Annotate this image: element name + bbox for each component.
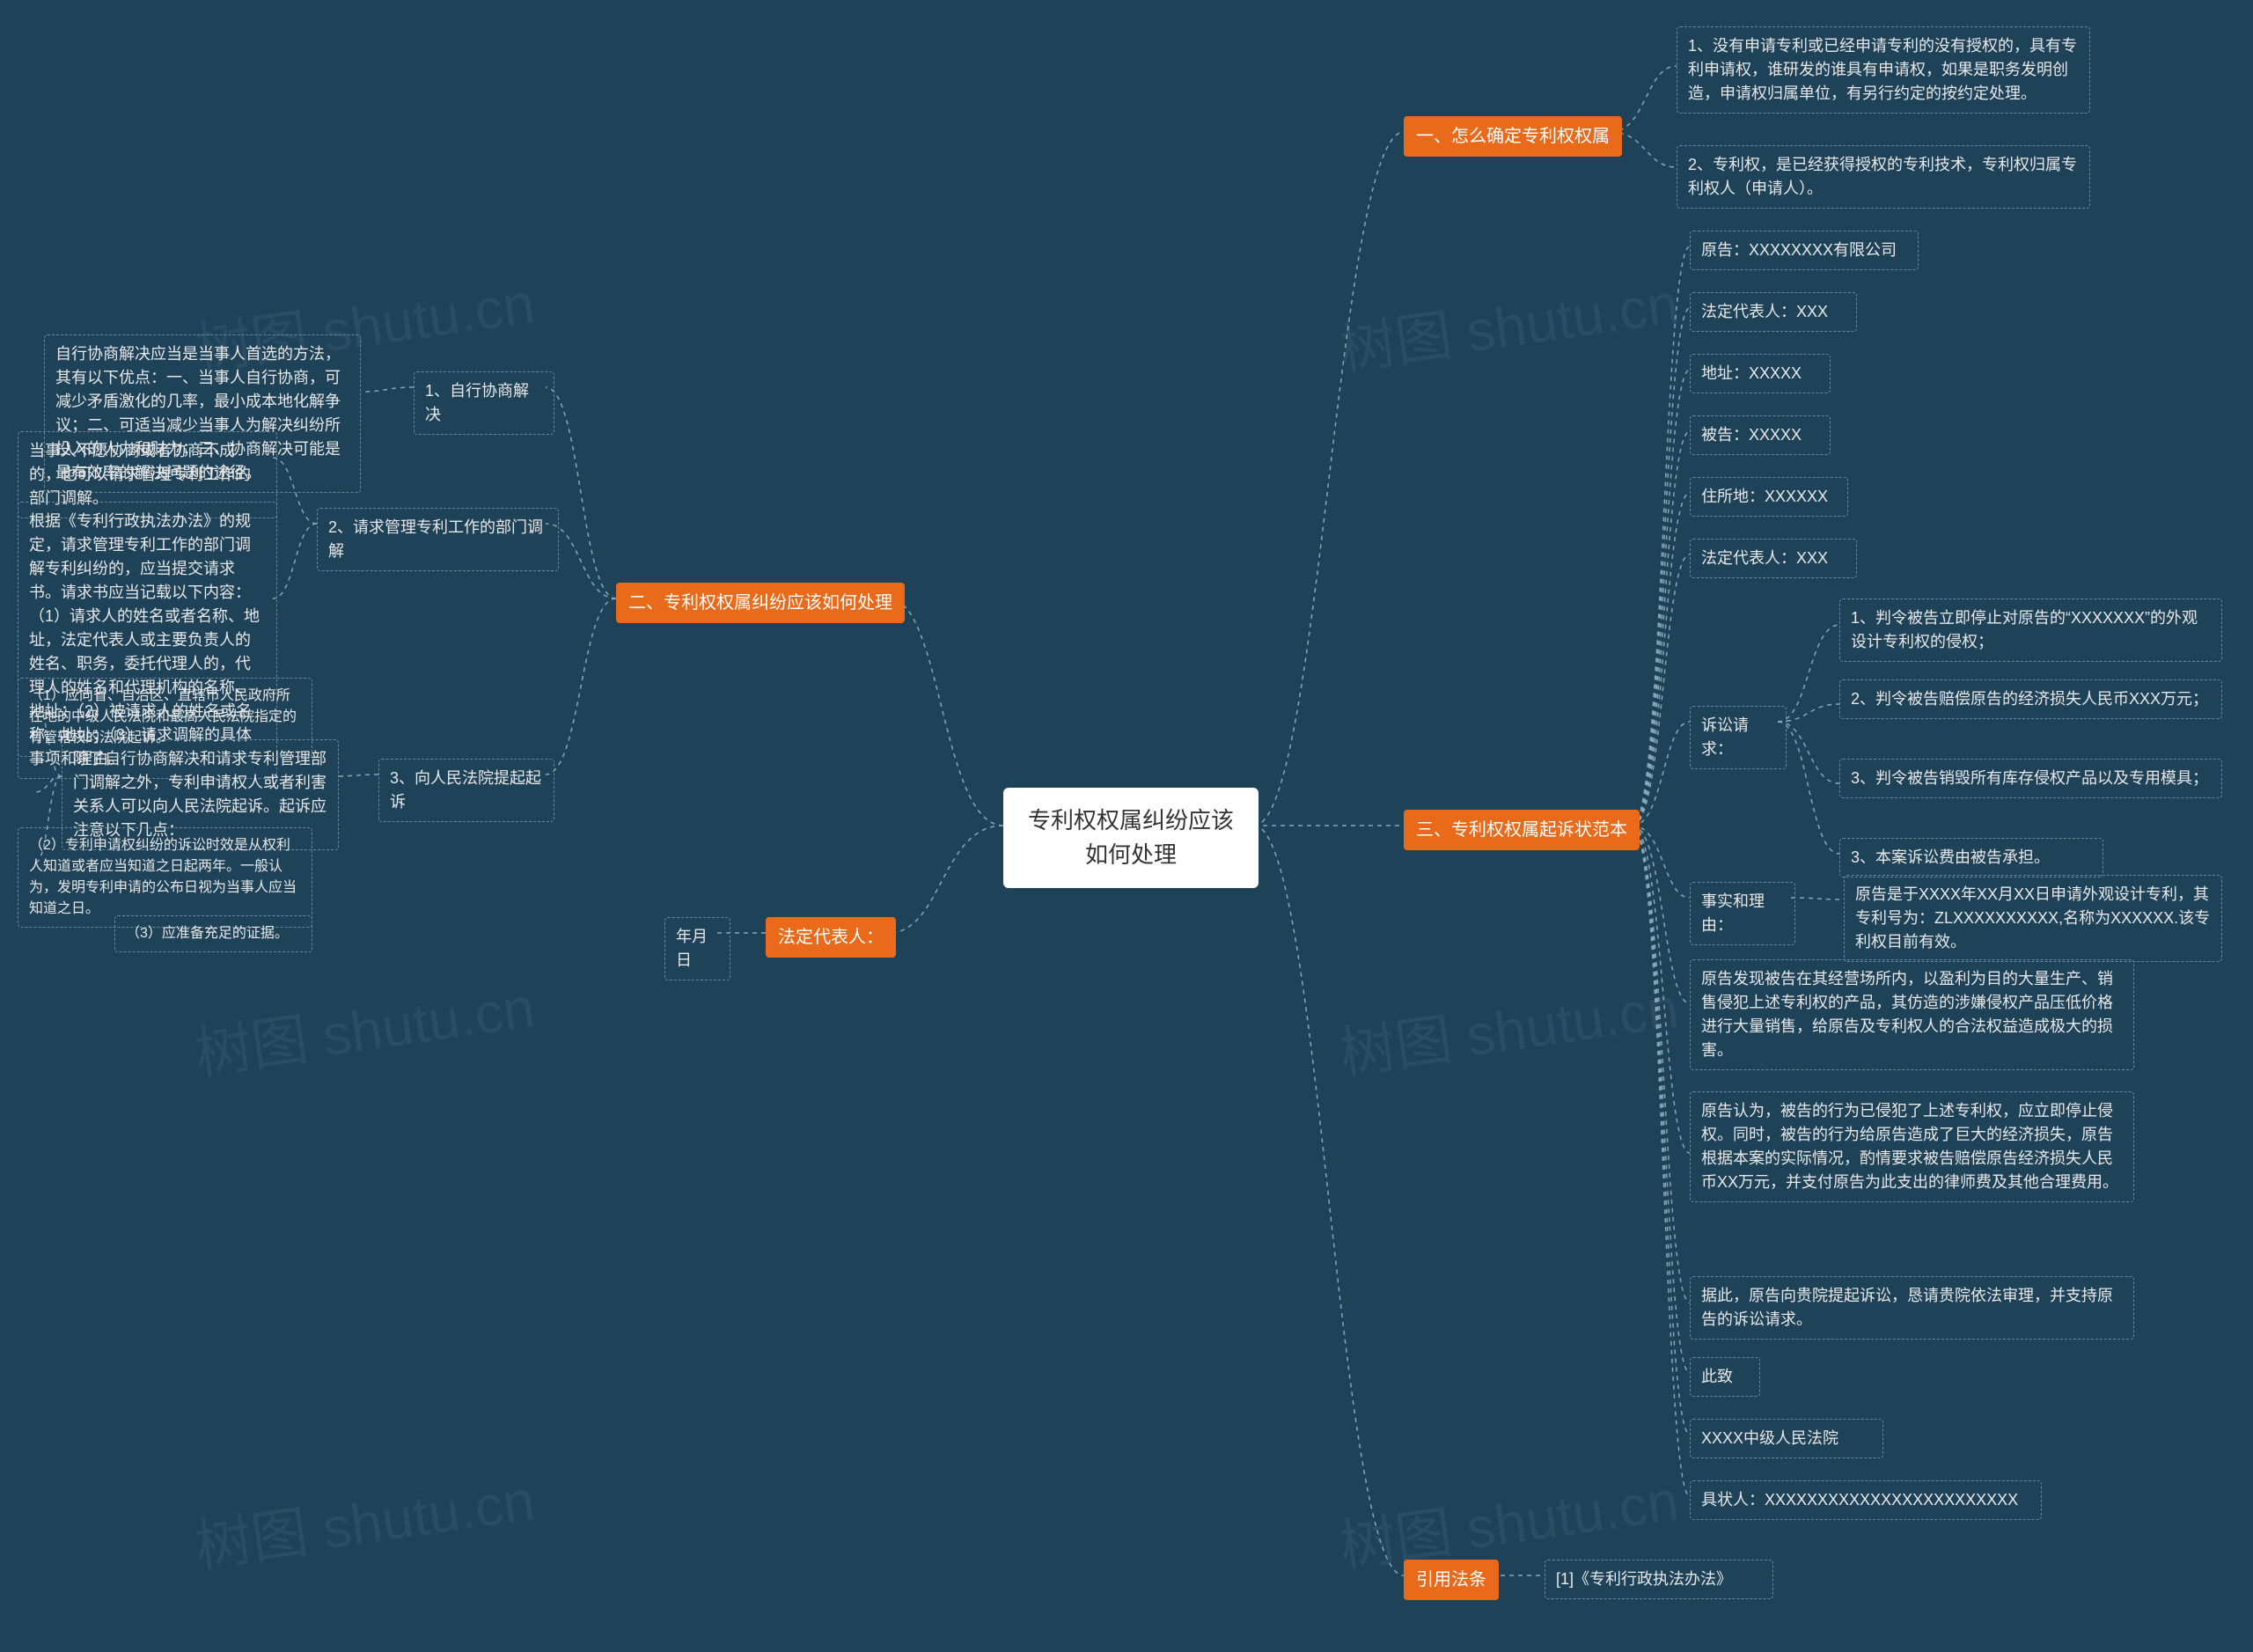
branch-5[interactable]: 法定代表人： (766, 917, 896, 958)
b3-legalrep-2[interactable]: 法定代表人：XXX (1690, 539, 1857, 578)
b1-leaf-1[interactable]: 1、没有申请专利或已经申请专利的没有授权的，具有专利申请权，谁研发的谁具有申请权… (1677, 26, 2090, 114)
b3-closing[interactable]: 此致 (1690, 1357, 1760, 1397)
b3-claim-3[interactable]: 3、判令被告销毁所有库存侵权产品以及专用模具； (1839, 759, 2222, 798)
b3-legalrep-1[interactable]: 法定代表人：XXX (1690, 292, 1857, 332)
b2-c3-e3[interactable]: （3）应准备充足的证据。 (114, 915, 312, 952)
watermark: 树图 shutu.cn (189, 1455, 539, 1582)
b4-leaf-1[interactable]: [1]《专利行政执法办法》 (1545, 1560, 1773, 1599)
branch-3[interactable]: 三、专利权权属起诉状范本 (1404, 810, 1640, 850)
b3-address[interactable]: 地址：XXXXX (1690, 354, 1831, 393)
b2-c3-e2[interactable]: （2）专利申请权纠纷的诉讼时效是从权利人知道或者应当知道之日起两年。一般认为，发… (18, 827, 312, 928)
b3-facts-1[interactable]: 原告是于XXXX年XX月XX日申请外观设计专利，其专利号为：ZLXXXXXXXX… (1844, 875, 2222, 962)
b3-claim-1[interactable]: 1、判令被告立即停止对原告的“XXXXXXX”的外观设计专利权的侵权； (1839, 598, 2222, 662)
b3-para-2[interactable]: 原告认为，被告的行为已侵犯了上述专利权，应立即停止侵权。同时，被告的行为给原告造… (1690, 1091, 2134, 1202)
b3-signer[interactable]: 具状人：XXXXXXXXXXXXXXXXXXXXXXXX (1690, 1480, 2042, 1520)
watermark: 树图 shutu.cn (1333, 258, 1683, 385)
b3-residence[interactable]: 住所地：XXXXXX (1690, 477, 1848, 517)
b3-facts-label[interactable]: 事实和理由： (1690, 882, 1795, 945)
b3-plaintiff[interactable]: 原告：XXXXXXXX有限公司 (1690, 231, 1919, 270)
root-node[interactable]: 专利权权属纠纷应该如何处理 (1003, 788, 1259, 888)
branch-2[interactable]: 二、专利权权属纠纷应该如何处理 (616, 583, 905, 623)
b1-leaf-2[interactable]: 2、专利权，是已经获得授权的专利技术，专利权归属专利权人（申请人）。 (1677, 145, 2090, 209)
watermark: 树图 shutu.cn (1333, 962, 1683, 1090)
b2-c2[interactable]: 2、请求管理专利工作的部门调解 (317, 508, 559, 571)
b3-court[interactable]: XXXX中级人民法院 (1690, 1419, 1883, 1458)
b2-c1[interactable]: 1、自行协商解决 (414, 371, 554, 435)
b3-claim-4[interactable]: 3、本案诉讼费由被告承担。 (1839, 838, 2103, 877)
b3-para-1[interactable]: 原告发现被告在其经营场所内，以盈利为目的大量生产、销售侵犯上述专利权的产品，其仿… (1690, 959, 2134, 1070)
branch-1[interactable]: 一、怎么确定专利权权属 (1404, 116, 1622, 157)
b2-c3-e1[interactable]: （1）应向省、自治区、直辖市人民政府所在地的中级人民法院和最高人民法院指定的有管… (18, 678, 312, 757)
b3-para-3[interactable]: 据此，原告向贵院提起诉讼，恳请贵院依法审理，并支持原告的诉讼请求。 (1690, 1276, 2134, 1340)
b3-claim-2[interactable]: 2、判令被告赔偿原告的经济损失人民币XXX万元； (1839, 679, 2222, 719)
b3-claims-label[interactable]: 诉讼请求： (1690, 706, 1787, 769)
b3-defendant[interactable]: 被告：XXXXX (1690, 415, 1831, 455)
branch-4[interactable]: 引用法条 (1404, 1560, 1499, 1600)
b2-c3[interactable]: 3、向人民法院提起起诉 (378, 759, 554, 822)
watermark: 树图 shutu.cn (189, 962, 539, 1090)
b5-leaf-1[interactable]: 年月日 (664, 917, 730, 980)
